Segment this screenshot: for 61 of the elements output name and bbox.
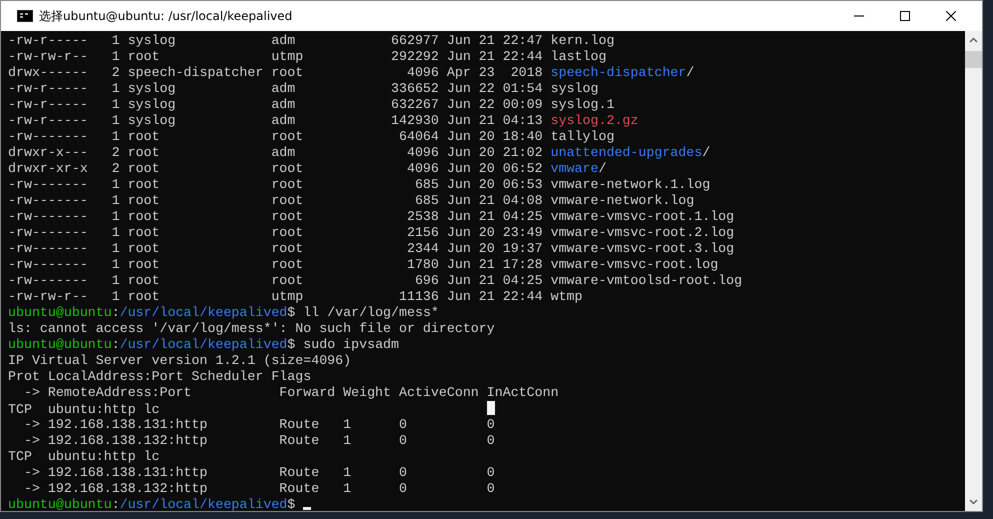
- output-text: -rw------- 1 root root 696 Jun 21 04:25 vmware-vmtoolsd-root.log: [8, 273, 742, 288]
- output-text: ls: cannot access '/var/log/mess*': No such file or directory: [8, 321, 495, 336]
- output-text: $ ll /var/log/mess*: [287, 305, 439, 320]
- output-text: drwx------ 2 speech-dispatcher root 4096 Apr 23 2018: [8, 65, 544, 80]
- archive-file-name: syslog.2.gz: [550, 113, 638, 128]
- output-text: /: [686, 65, 694, 80]
- prompt-path: /usr/local/keepalived: [120, 337, 288, 352]
- close-icon: [946, 11, 956, 21]
- console-icon: [17, 10, 33, 22]
- scrollbar-thumb[interactable]: [965, 51, 982, 68]
- output-text: /: [702, 145, 710, 160]
- output-text: -rw------- 1 root root 2344 Jun 20 19:37 vmware-vmsvc-root.3.log: [8, 241, 734, 256]
- output-text: Prot LocalAddress:Port Scheduler Flags: [8, 369, 312, 384]
- output-text: drwxr-xr-x 2 root root 4096 Jun 20 06:52: [8, 161, 544, 176]
- output-text: -rw-rw-r-- 1 root utmp 292292 Jun 21 22:44: [8, 49, 544, 64]
- prompt-user: ubuntu@ubuntu: [8, 305, 112, 320]
- window-title: 选择ubuntu@ubuntu: /usr/local/keepalived: [39, 8, 292, 24]
- directory-name: unattended-upgrades: [550, 145, 702, 160]
- output-text: -> 192.168.138.132:http Route 1 0 0: [22, 481, 495, 496]
- directory-name: speech-dispatcher: [550, 65, 686, 80]
- scrollbar[interactable]: [965, 31, 982, 511]
- output-text: kern.log: [550, 33, 614, 48]
- output-text: -rw------- 1 root root 2538 Jun 21 04:25 vmware-vmsvc-root.1.log: [8, 209, 734, 224]
- output-text: IP Virtual Server version 1.2.1 (size=4096): [8, 353, 352, 368]
- output-text: -> 192.168.138.131:http Route 1 0 0: [22, 417, 495, 432]
- output-text: -rw-r----- 1 syslog adm 336652 Jun 22 01:54: [8, 81, 544, 96]
- output-text: :: [112, 305, 120, 320]
- prompt-path: /usr/local/keepalived: [120, 497, 288, 511]
- output-text: -rw------- 1 root root 1780 Jun 21 17:28 vmware-vmsvc-root.log: [8, 257, 718, 272]
- prompt-path: /usr/local/keepalived: [120, 305, 288, 320]
- output-text: -rw-r----- 1 syslog adm 142930 Jun 21 04:13: [8, 113, 544, 128]
- output-text: -> RemoteAddress:Port Forward Weight ActiveConn InActConn: [22, 385, 559, 400]
- output-text: -rw------- 1 root root 64064 Jun 20 18:40: [8, 129, 544, 144]
- output-text: -rw------- 1 root root 685 Jun 21 04:08 vmware-network.log: [8, 193, 694, 208]
- output-text: -> 192.168.138.132:http Route 1 0 0: [22, 433, 495, 448]
- prompt-user: ubuntu@ubuntu: [8, 497, 112, 511]
- maximize-icon: [900, 11, 910, 21]
- output-text: -> 192.168.138.131:http Route 1 0 0: [22, 465, 495, 480]
- output-text: tallylog: [550, 129, 614, 144]
- output-text: /: [598, 161, 606, 176]
- output-text: -rw-r----- 1 syslog adm 632267 Jun 22 00:09: [8, 97, 544, 112]
- output-text: syslog.1: [550, 97, 614, 112]
- output-text: -rw-rw-r-- 1 root utmp 11136 Jun 21 22:44 wtmp: [8, 289, 583, 304]
- output-text: $ sudo ipvsadm: [287, 337, 400, 352]
- scroll-down-icon[interactable]: [969, 499, 978, 505]
- output-text: -rw------- 1 root root 2156 Jun 20 23:49 vmware-vmsvc-root.2.log: [8, 225, 734, 240]
- output-text: TCP ubuntu:http lc: [8, 402, 161, 417]
- output-text: $: [287, 497, 296, 511]
- output-text: :: [112, 497, 120, 511]
- output-text: :: [112, 337, 120, 352]
- scroll-up-icon[interactable]: [969, 37, 978, 43]
- output-text: syslog: [550, 81, 598, 96]
- output-text: TCP ubuntu:http lc: [8, 449, 160, 464]
- output-text: -rw-r----- 1 syslog adm 662977 Jun 21 22:47: [8, 33, 544, 48]
- output-text: lastlog: [550, 49, 606, 64]
- output-text: -rw------- 1 root root 685 Jun 20 06:53 vmware-network.1.log: [8, 177, 710, 192]
- prompt-user: ubuntu@ubuntu: [8, 337, 112, 352]
- output-text: drwxr-x--- 2 root adm 4096 Jun 20 21:02: [8, 145, 544, 160]
- text-cursor: [303, 507, 312, 510]
- text-cursor: [486, 401, 495, 415]
- directory-name: vmware: [550, 161, 598, 176]
